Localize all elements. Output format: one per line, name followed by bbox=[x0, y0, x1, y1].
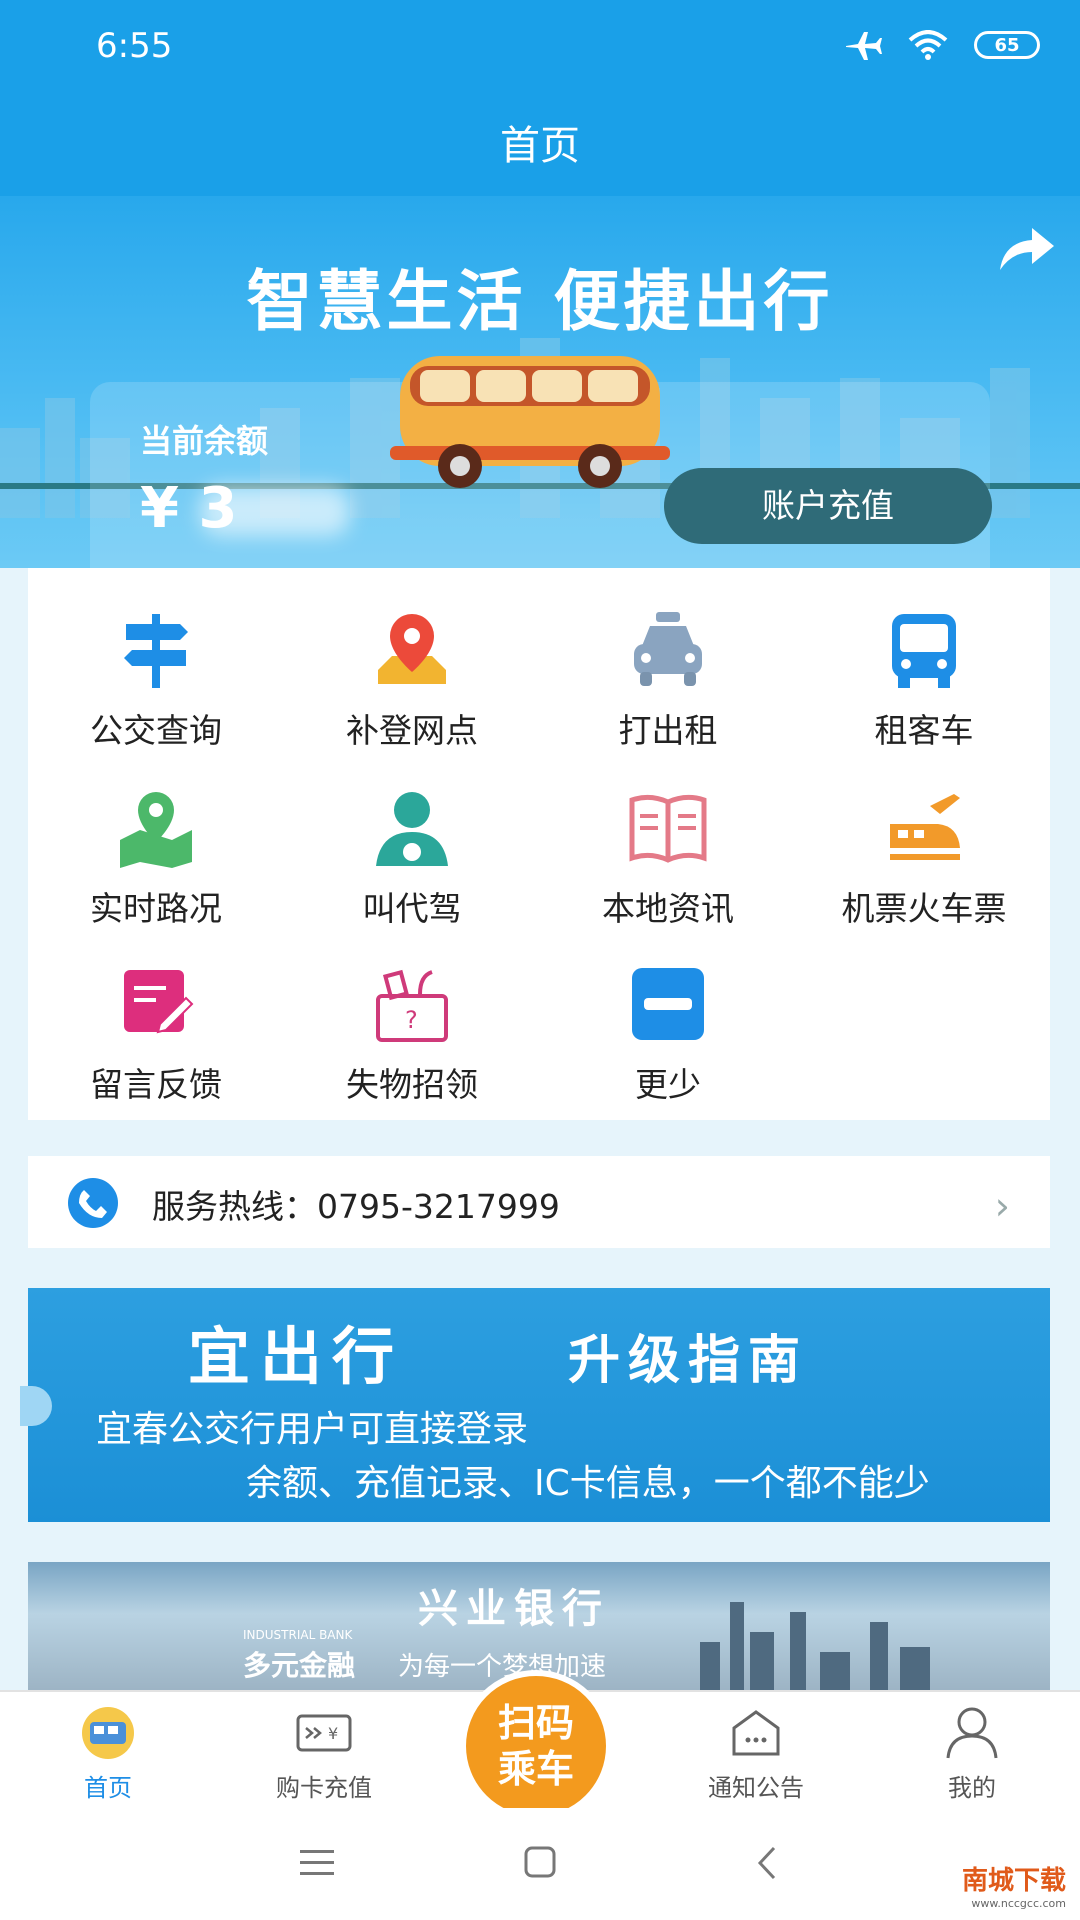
service-label: 公交查询 bbox=[90, 711, 222, 750]
map-icon bbox=[120, 792, 192, 868]
service-feedback[interactable]: 留言反馈 bbox=[28, 922, 284, 1104]
watermark: 南城下载 www.nccgcc.com bbox=[962, 1860, 1066, 1910]
service-label: 更少 bbox=[635, 1065, 701, 1104]
watermark-text: 南城下载 bbox=[961, 1866, 1066, 1896]
bus-illustration-icon bbox=[390, 356, 670, 488]
service-lost-found[interactable]: ? 失物招领 bbox=[284, 922, 540, 1104]
bank-name-en: INDUSTRIAL BANK bbox=[243, 1628, 353, 1642]
balance-mask bbox=[200, 486, 350, 536]
feedback-icon bbox=[124, 970, 194, 1034]
signpost-icon bbox=[124, 614, 188, 688]
banner-subtitle: 升级指南 bbox=[568, 1331, 809, 1391]
system-nav-bar: 南城下载 www.nccgcc.com bbox=[0, 1808, 1080, 1920]
service-bus-query[interactable]: 公交查询 bbox=[28, 568, 284, 750]
status-time: 6:55 bbox=[96, 26, 173, 66]
service-designated-driver[interactable]: 叫代驾 bbox=[284, 746, 540, 928]
page-title: 首页 bbox=[0, 96, 1080, 196]
notice-icon bbox=[732, 1710, 780, 1756]
service-top-up-points[interactable]: 补登网点 bbox=[284, 568, 540, 750]
home-square-icon[interactable] bbox=[524, 1846, 556, 1878]
scan-line2: 乘车 bbox=[497, 1747, 574, 1791]
phone-icon bbox=[68, 1178, 118, 1228]
service-local-news[interactable]: 本地资讯 bbox=[540, 746, 796, 928]
banner-title: 宜出行 bbox=[188, 1320, 405, 1393]
taxi-icon bbox=[634, 612, 702, 686]
tab-label: 通知公告 bbox=[708, 1774, 804, 1802]
carousel-indicator bbox=[20, 1386, 52, 1426]
menu-icon[interactable] bbox=[300, 1848, 334, 1878]
airplane-icon bbox=[846, 32, 882, 60]
hero-banner: 智慧生活 便捷出行 当前余额 ¥ 3 账户充值 bbox=[0, 196, 1080, 568]
svg-text:?: ? bbox=[405, 1006, 418, 1034]
service-label: 补登网点 bbox=[346, 711, 478, 750]
tab-buy-card[interactable]: ¥ 购卡充值 bbox=[216, 1692, 432, 1810]
tab-home[interactable]: 首页 bbox=[0, 1692, 216, 1810]
train-plane-icon bbox=[890, 794, 960, 860]
lost-found-icon: ? bbox=[376, 969, 448, 1042]
hotline-row[interactable]: 服务热线：0795-3217999 › bbox=[28, 1156, 1050, 1248]
scan-line1: 扫码 bbox=[497, 1701, 574, 1745]
bank-name: 兴业银行 bbox=[418, 1586, 610, 1632]
back-icon[interactable] bbox=[756, 1846, 778, 1880]
minus-icon bbox=[632, 968, 704, 1040]
book-icon bbox=[629, 794, 707, 863]
tab-label: 我的 bbox=[948, 1774, 996, 1802]
hotline-text: 服务热线：0795-3217999 bbox=[152, 1187, 560, 1226]
service-traffic[interactable]: 实时路况 bbox=[28, 746, 284, 928]
status-icons: 65 bbox=[844, 30, 1040, 60]
tab-label: 首页 bbox=[84, 1774, 132, 1802]
service-rent-bus[interactable]: 租客车 bbox=[796, 568, 1052, 750]
location-pin-icon bbox=[378, 614, 446, 684]
service-taxi[interactable]: 打出租 bbox=[540, 568, 796, 750]
card-recharge-icon: ¥ bbox=[296, 1714, 352, 1752]
banner-line1: 宜春公交行用户可直接登录 bbox=[96, 1409, 529, 1450]
skyline-icon bbox=[700, 1602, 930, 1692]
service-label: 失物招领 bbox=[346, 1065, 478, 1104]
driver-icon bbox=[376, 792, 448, 866]
chevron-right-icon: › bbox=[994, 1184, 1010, 1228]
scan-ride-button[interactable]: 扫码 乘车 bbox=[460, 1670, 612, 1822]
svg-text:¥: ¥ bbox=[328, 1724, 338, 1743]
bus-icon bbox=[892, 614, 956, 688]
service-label: 留言反馈 bbox=[90, 1065, 222, 1104]
user-icon bbox=[946, 1707, 998, 1759]
tab-notices[interactable]: 通知公告 bbox=[648, 1692, 864, 1810]
services-grid: 公交查询 补登网点 打出租 租客车 实时路况 叫代驾 本地资讯 机票火车票 留言… bbox=[28, 568, 1050, 1120]
service-label: 机票火车票 bbox=[841, 889, 1007, 928]
service-label: 打出租 bbox=[618, 711, 718, 750]
hero-slogan: 智慧生活 便捷出行 bbox=[246, 263, 834, 340]
bank-brand: 多元金融 bbox=[243, 1649, 356, 1682]
status-bar: 6:55 65 bbox=[0, 0, 1080, 96]
watermark-url: www.nccgcc.com bbox=[971, 1897, 1066, 1910]
balance-label: 当前余额 bbox=[140, 422, 269, 460]
upgrade-guide-banner[interactable]: 宜出行 升级指南 宜春公交行用户可直接登录 余额、充值记录、IC卡信息，一个都不… bbox=[20, 1288, 1050, 1522]
banner-line2: 余额、充值记录、IC卡信息，一个都不能少 bbox=[246, 1463, 930, 1504]
recharge-button[interactable]: 账户充值 bbox=[664, 468, 992, 544]
service-label: 租客车 bbox=[874, 711, 974, 750]
battery-icon: 65 bbox=[974, 31, 1040, 59]
home-bus-icon bbox=[82, 1707, 134, 1759]
tab-label: 购卡充值 bbox=[276, 1774, 372, 1802]
service-tickets[interactable]: 机票火车票 bbox=[796, 746, 1052, 928]
service-less[interactable]: 更少 bbox=[540, 922, 796, 1104]
wifi-icon bbox=[908, 30, 948, 60]
battery-level: 65 bbox=[994, 34, 1020, 56]
tab-profile[interactable]: 我的 bbox=[864, 1692, 1080, 1810]
share-icon[interactable] bbox=[996, 224, 1056, 274]
